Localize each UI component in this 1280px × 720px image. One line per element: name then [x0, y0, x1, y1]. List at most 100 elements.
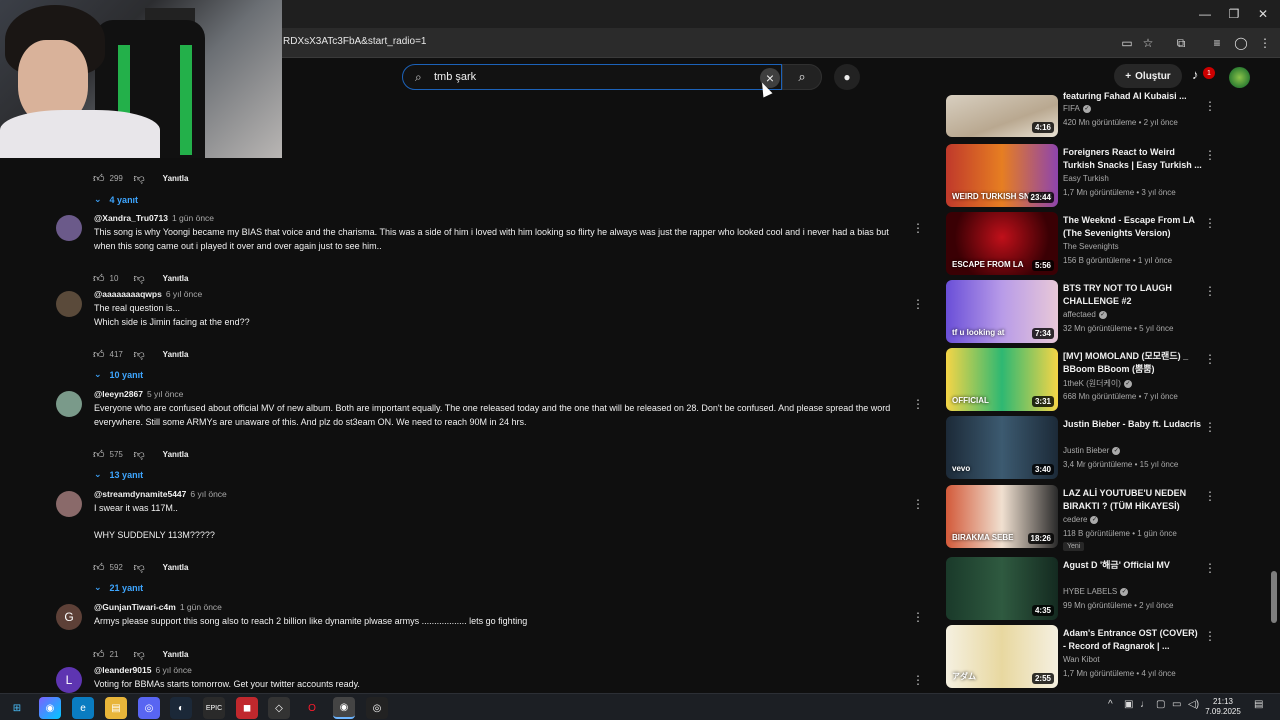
reply-button[interactable]: Yanıtla [163, 274, 189, 283]
video-channel[interactable]: cedere ✓ [1063, 515, 1099, 524]
epic-games-icon[interactable]: EPIC [203, 697, 225, 719]
comment-author[interactable]: @streamdynamite5447 [94, 489, 186, 499]
video-title[interactable]: [MV] MOMOLAND (모모랜드) _ BBoom BBoom (뿜뿜) [1063, 350, 1203, 376]
comment-time[interactable]: 5 yıl önce [147, 389, 183, 399]
comment-time[interactable]: 6 yıl önce [190, 489, 226, 499]
cast-icon[interactable]: ▭ [1118, 34, 1136, 52]
channel-name[interactable]: The Sevenights [1063, 242, 1119, 251]
avatar[interactable] [56, 291, 82, 317]
dislike-icon[interactable]: 👎︎ [134, 272, 145, 285]
avatar[interactable] [56, 491, 82, 517]
channel-name[interactable]: 1theK (원더케이) [1063, 379, 1121, 388]
channel-name[interactable]: Justin Bieber [1063, 446, 1109, 455]
video-menu-icon[interactable]: ⋮ [1204, 352, 1216, 366]
tray-app-icon[interactable]: ▣ [1124, 699, 1133, 710]
avatar[interactable]: G [56, 604, 82, 630]
url-text[interactable]: RDXsX3ATc3FbA&start_radio=1 [283, 36, 427, 47]
channel-name[interactable]: cedere [1063, 515, 1087, 524]
view-replies-button[interactable]: ⌄ 21 yanıt [94, 582, 143, 593]
view-replies-button[interactable]: ⌄ 4 yanıt [94, 194, 138, 205]
video-channel[interactable]: The Sevenights [1063, 242, 1119, 251]
create-button[interactable]: + Oluştur [1114, 64, 1182, 88]
avatar[interactable] [1229, 67, 1250, 88]
avatar[interactable] [56, 215, 82, 241]
file-explorer-icon[interactable]: ▤ [105, 697, 127, 719]
video-thumbnail[interactable]: BIRAKMA SEBE 18:26 [946, 485, 1058, 548]
video-channel[interactable]: Wan Kibot [1063, 655, 1100, 664]
channel-name[interactable]: HYBE LABELS [1063, 587, 1117, 596]
comment-author[interactable]: @leander9015 [94, 665, 151, 675]
network-icon[interactable]: ▭ [1172, 699, 1181, 710]
scrollbar-thumb[interactable] [1271, 571, 1277, 623]
video-menu-icon[interactable]: ⋮ [1204, 489, 1216, 503]
channel-name[interactable]: Easy Turkish [1063, 174, 1109, 183]
like-icon[interactable]: 👍︎ [93, 172, 105, 185]
page-scrollbar[interactable] [1270, 93, 1278, 693]
video-menu-icon[interactable]: ⋮ [1204, 284, 1216, 298]
comment-author[interactable]: @leeyn2867 [94, 389, 143, 399]
comment-author[interactable]: @GunjanTiwari-c4m [94, 602, 176, 612]
tray-chevron-icon[interactable]: ^ [1108, 699, 1113, 710]
view-replies-button[interactable]: ⌄ 13 yanıt [94, 469, 143, 480]
comment-menu-icon[interactable]: ⋮ [912, 497, 924, 511]
video-title[interactable]: Foreigners React to Weird Turkish Snacks… [1063, 146, 1203, 172]
dislike-icon[interactable]: 👎︎ [134, 448, 145, 461]
dislike-icon[interactable]: 👎︎ [134, 561, 145, 574]
video-menu-icon[interactable]: ⋮ [1204, 99, 1216, 113]
comment-menu-icon[interactable]: ⋮ [912, 297, 924, 311]
video-menu-icon[interactable]: ⋮ [1204, 561, 1216, 575]
comment-menu-icon[interactable]: ⋮ [912, 221, 924, 235]
video-channel[interactable]: affectaed ✓ [1063, 310, 1107, 319]
discord-icon[interactable]: ◎ [138, 697, 160, 719]
video-thumbnail[interactable]: vevo 3:40 [946, 416, 1058, 479]
comment-menu-icon[interactable]: ⋮ [912, 397, 924, 411]
copilot-icon[interactable]: ◉ [39, 697, 61, 719]
microphone-tray-icon[interactable]: ♩ [1140, 699, 1150, 710]
notification-center-icon[interactable]: ▤ [1254, 699, 1263, 710]
like-icon[interactable]: 👍︎ [93, 348, 105, 361]
voice-search-button[interactable]: ● [834, 64, 860, 90]
media-queue-icon[interactable]: ≡ [1208, 34, 1226, 52]
reply-button[interactable]: Yanıtla [163, 174, 189, 183]
comment-menu-icon[interactable]: ⋮ [912, 673, 924, 687]
windows-start-icon[interactable]: ⊞ [6, 697, 28, 719]
search-button[interactable]: ⌕ [782, 64, 822, 90]
channel-name[interactable]: affectaed [1063, 310, 1096, 319]
reply-button[interactable]: Yanıtla [163, 450, 189, 459]
volume-icon[interactable]: ◁) [1188, 699, 1199, 710]
video-thumbnail[interactable]: ESCAPE FROM LA 5:56 [946, 212, 1058, 275]
unity-icon[interactable]: ◇ [268, 697, 290, 719]
camera-tray-icon[interactable]: ▢ [1156, 699, 1165, 710]
search-input[interactable]: ⌕ tmb şark × [402, 64, 782, 90]
video-channel[interactable]: FIFA ✓ [1063, 104, 1091, 113]
dislike-icon[interactable]: 👎︎ [134, 172, 145, 185]
profile-icon[interactable]: ◯ [1232, 34, 1250, 52]
chrome-icon[interactable]: ◉ [333, 697, 355, 719]
search-query[interactable]: tmb şark [434, 71, 476, 83]
like-icon[interactable]: 👍︎ [93, 648, 105, 661]
channel-name[interactable]: Wan Kibot [1063, 655, 1100, 664]
comment-time[interactable]: 1 gün önce [180, 602, 222, 612]
extensions-icon[interactable]: ⧉ [1172, 34, 1190, 52]
reply-button[interactable]: Yanıtla [163, 350, 189, 359]
video-menu-icon[interactable]: ⋮ [1204, 420, 1216, 434]
video-title[interactable]: Justin Bieber - Baby ft. Ludacris [1063, 418, 1203, 431]
edge-icon[interactable]: e [72, 697, 94, 719]
menu-kebab-icon[interactable]: ⋮ [1256, 34, 1274, 52]
video-title[interactable]: Adam's Entrance OST (COVER) - Record of … [1063, 627, 1203, 653]
video-menu-icon[interactable]: ⋮ [1204, 148, 1216, 162]
dislike-icon[interactable]: 👎︎ [134, 348, 145, 361]
bookmark-star-icon[interactable]: ☆ [1139, 34, 1157, 52]
video-title[interactable]: The Weeknd - Escape From LA (The Sevenig… [1063, 214, 1203, 240]
comment-time[interactable]: 6 yıl önce [166, 289, 202, 299]
video-thumbnail[interactable]: WEIRD TURKISH SNACKS 23:44 [946, 144, 1058, 207]
obs-icon[interactable]: ◎ [366, 697, 388, 719]
video-thumbnail[interactable]: OFFICIAL 3:31 [946, 348, 1058, 411]
comment-time[interactable]: 1 gün önce [172, 213, 214, 223]
video-channel[interactable]: Justin Bieber ✓ [1063, 446, 1121, 455]
comment-author[interactable]: @Xandra_Tru0713 [94, 213, 168, 223]
video-menu-icon[interactable]: ⋮ [1204, 629, 1216, 643]
opera-icon[interactable]: O [301, 697, 323, 719]
video-channel[interactable]: Easy Turkish [1063, 174, 1109, 183]
comment-author[interactable]: @aaaaaaaaqwps [94, 289, 162, 299]
